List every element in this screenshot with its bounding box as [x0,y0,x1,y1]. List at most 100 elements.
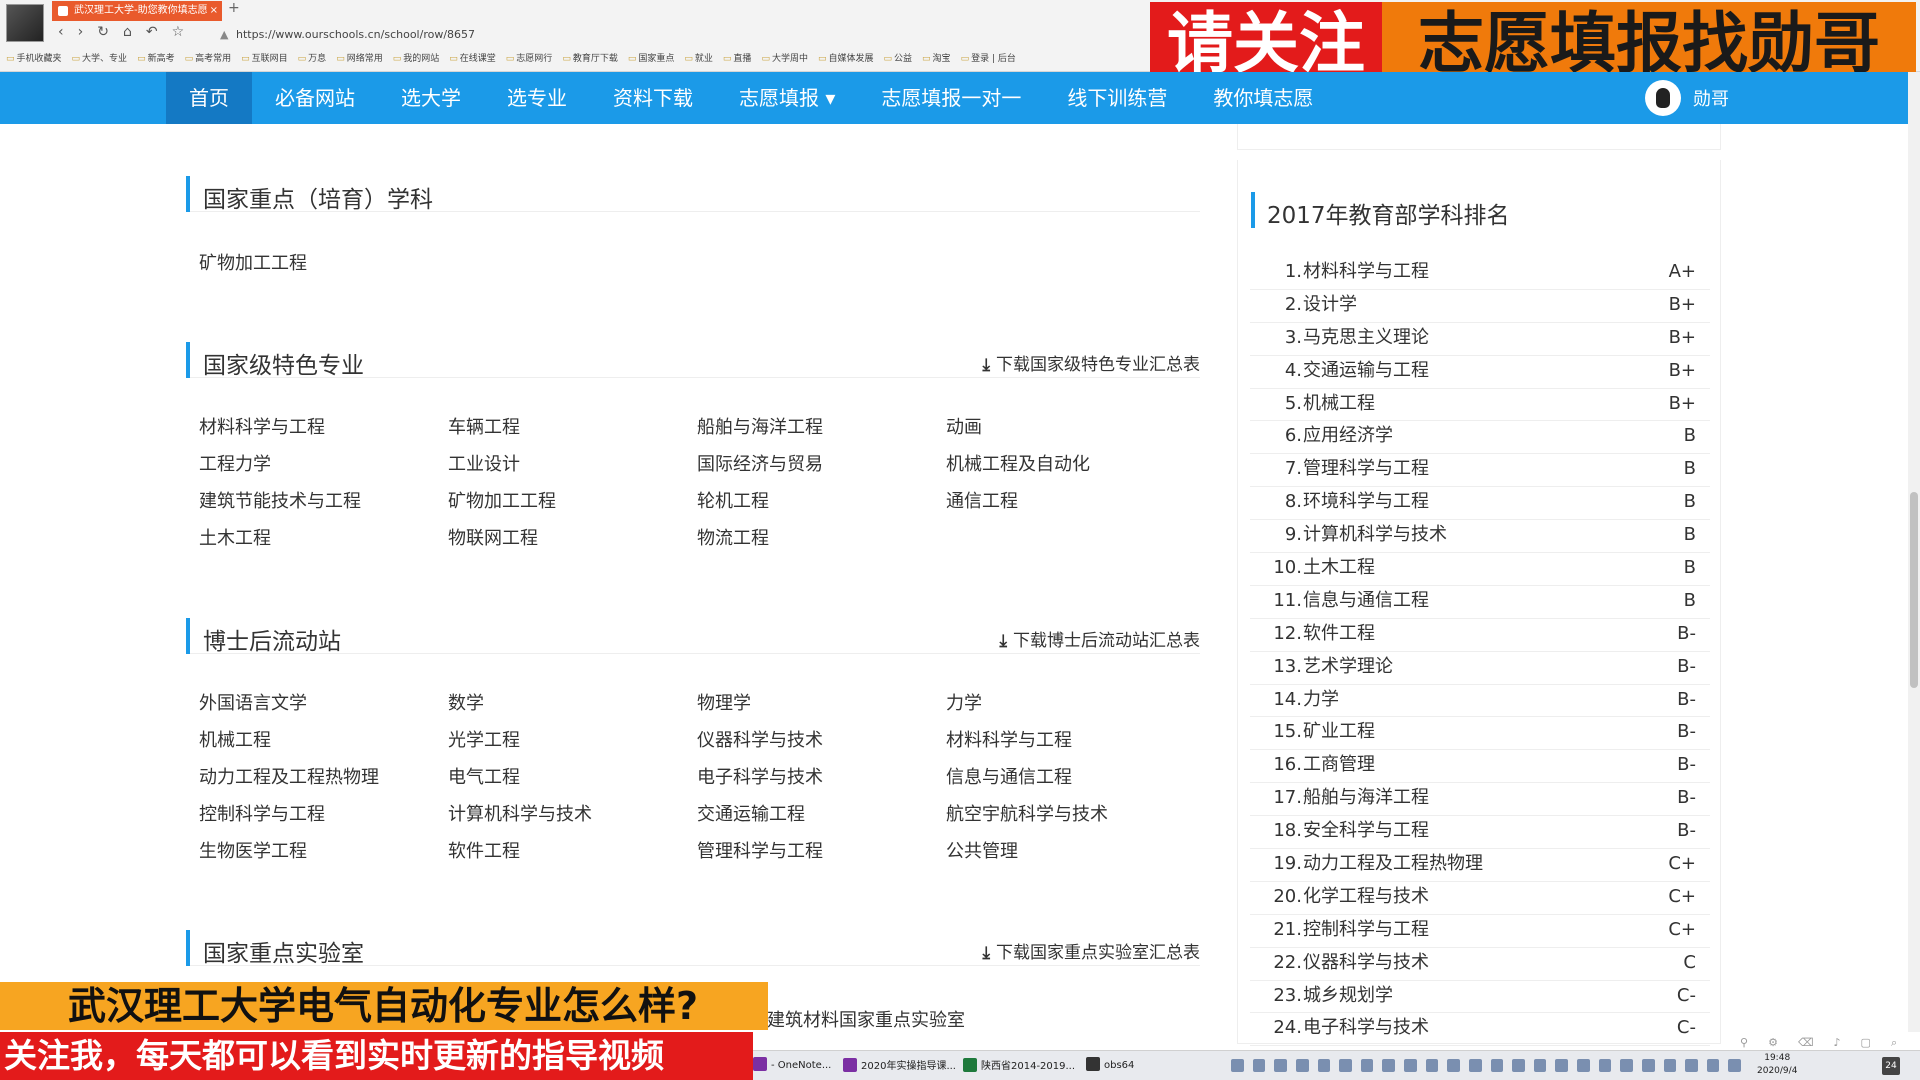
ranking-row[interactable]: 8. 环境科学与工程 B [1250,487,1710,521]
nav-item[interactable]: 选大学 [378,72,484,124]
rank-discipline[interactable]: 马克思主义理论 [1303,323,1429,353]
profile-thumbnail[interactable] [6,4,44,42]
bookmark-item[interactable]: 国家重点 [628,51,674,69]
tray-icon[interactable] [1360,1059,1374,1072]
bookmark-item[interactable]: 直播 [723,51,751,69]
bookmark-item[interactable]: 自媒体发展 [818,51,873,69]
tray-icon[interactable] [1490,1059,1504,1072]
tray-icon[interactable] [1598,1059,1612,1072]
major-link[interactable]: 软件工程 [448,840,697,864]
rank-discipline[interactable]: 艺术学理论 [1303,652,1393,682]
window-icon[interactable]: ▢ [1861,1036,1871,1050]
download-postdoc-link[interactable]: ⤓ 下载博士后流动站汇总表 [999,626,1200,651]
bookmark-item[interactable]: 教育厅下载 [562,51,618,69]
major-link[interactable]: 国际经济与贸易 [697,453,946,477]
bookmark-item[interactable]: 万息 [298,51,326,69]
major-link[interactable]: 电子科学与技术 [697,766,946,790]
search-icon[interactable]: ⌕ [1891,1036,1897,1050]
rank-discipline[interactable]: 仪器科学与技术 [1303,948,1429,978]
major-link[interactable]: 工业设计 [448,453,697,477]
tray-icon[interactable] [1533,1059,1547,1072]
bookmark-item[interactable]: 大学、专业 [72,51,127,69]
major-link[interactable]: 控制科学与工程 [199,803,448,827]
major-link[interactable]: 数学 [448,692,697,716]
major-link[interactable]: 物理学 [697,692,946,716]
ranking-row[interactable]: 16. 工商管理 B- [1250,750,1710,784]
ranking-row[interactable]: 13. 艺术学理论 B- [1250,652,1710,685]
tray-icon[interactable] [1641,1059,1655,1072]
download-featured-majors-link[interactable]: ⤓ 下载国家级特色专业汇总表 [982,350,1200,375]
trash-icon[interactable]: ⌫ [1798,1036,1814,1050]
taskbar-app[interactable]: obs64 [1086,1057,1134,1071]
tray-icon[interactable] [1274,1059,1287,1072]
user-avatar-icon[interactable] [1645,80,1681,116]
undo-icon[interactable]: ↶ [146,24,158,40]
rank-discipline[interactable]: 城乡规划学 [1303,981,1393,1011]
tool-icon[interactable]: ⚙ [1768,1036,1778,1050]
ranking-row[interactable]: 17. 船舶与海洋工程 B- [1250,783,1710,817]
nav-item[interactable]: 线下训练营 [1044,72,1190,124]
tray-icon[interactable] [1252,1059,1266,1072]
rank-discipline[interactable]: 控制科学与工程 [1303,915,1429,945]
rank-discipline[interactable]: 交通运输与工程 [1303,356,1429,386]
major-link[interactable]: 外国语言文学 [199,692,448,716]
major-link[interactable]: 材料科学与工程 [946,729,1195,753]
ranking-row[interactable]: 18. 安全科学与工程 B- [1250,816,1710,850]
ranking-row[interactable]: 21. 控制科学与工程 C+ [1250,915,1710,948]
mute-icon[interactable]: ♪ [1834,1036,1841,1050]
major-link[interactable]: 建筑节能技术与工程 [199,490,448,514]
taskbar-app[interactable]: - OneNote... [753,1057,831,1071]
major-link[interactable]: 仪器科学与技术 [697,729,946,753]
taskbar-app[interactable]: 陕西省2014-2019... [963,1057,1075,1072]
rank-discipline[interactable]: 土木工程 [1303,553,1375,583]
major-link[interactable]: 矿物加工工程 [199,252,448,276]
rank-discipline[interactable]: 软件工程 [1303,619,1375,649]
taskbar-clock[interactable]: 19:48 2020/9/4 [1757,1052,1797,1078]
bookmark-item[interactable]: 新高考 [137,51,175,69]
scrollbar-thumb[interactable] [1910,492,1918,688]
ranking-row[interactable]: 12. 软件工程 B- [1250,619,1710,652]
tray-icon[interactable] [1663,1059,1677,1072]
rank-discipline[interactable]: 设计学 [1303,290,1357,320]
ranking-row[interactable]: 20. 化学工程与技术 C+ [1250,882,1710,915]
user-name[interactable]: 勋哥 [1693,85,1729,111]
major-link[interactable]: 生物医学工程 [199,840,448,864]
ranking-row[interactable]: 22. 仪器科学与技术 C [1250,948,1710,981]
ranking-row[interactable]: 1. 材料科学与工程 A+ [1250,257,1710,290]
ranking-row[interactable]: 7. 管理科学与工程 B [1250,454,1710,488]
rank-discipline[interactable]: 管理科学与工程 [1303,454,1429,484]
major-link[interactable]: 机械工程 [199,729,448,753]
major-link[interactable]: 动画 [946,416,1195,440]
ranking-row[interactable]: 11. 信息与通信工程 B [1250,586,1710,619]
forward-icon[interactable]: › [78,24,84,40]
major-link[interactable]: 土木工程 [199,527,448,551]
major-link[interactable]: 船舶与海洋工程 [697,416,946,440]
nav-item[interactable]: 资料下载 [590,72,716,124]
major-link[interactable]: 光学工程 [448,729,697,753]
rank-discipline[interactable]: 化学工程与技术 [1303,882,1429,912]
major-link[interactable]: 轮机工程 [697,490,946,514]
tray-icon[interactable] [1468,1059,1482,1072]
browser-tab[interactable]: 武汉理工大学-助您教你填志愿 × [52,1,222,21]
major-link[interactable]: 电气工程 [448,766,697,790]
major-link[interactable]: 公共管理 [946,840,1195,864]
rank-discipline[interactable]: 信息与通信工程 [1303,586,1429,616]
tray-icon[interactable] [1555,1059,1568,1072]
ranking-row[interactable]: 6. 应用经济学 B [1250,421,1710,455]
bookmark-item[interactable]: 就业 [684,51,713,69]
nav-item[interactable]: 选专业 [484,72,590,124]
major-link[interactable]: 机械工程及自动化 [946,453,1195,477]
tray-icon[interactable] [1317,1059,1331,1072]
rank-discipline[interactable]: 环境科学与工程 [1303,487,1429,517]
favorite-star-icon[interactable]: ☆ [172,24,185,40]
bookmark-item[interactable]: 高考常用 [185,51,231,69]
notification-icon[interactable]: 24 [1882,1057,1900,1075]
page-scrollbar[interactable] [1908,72,1920,1032]
reload-icon[interactable]: ↻ [97,24,109,40]
ranking-row[interactable]: 2. 设计学 B+ [1250,290,1710,323]
bookmark-item[interactable]: 志愿网行 [506,51,552,69]
major-link[interactable]: 工程力学 [199,453,448,477]
major-link[interactable]: 力学 [946,692,1195,716]
nav-item[interactable]: 教你填志愿 [1190,72,1336,124]
major-link[interactable]: 物流工程 [697,527,946,551]
